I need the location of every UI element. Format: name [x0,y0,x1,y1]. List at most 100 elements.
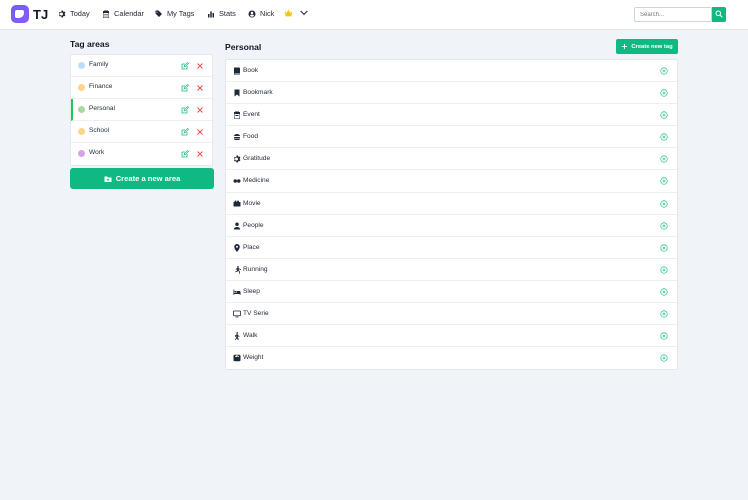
bed-icon [233,289,241,295]
plus-circle-icon[interactable] [660,155,668,163]
area-color-dot [78,62,85,69]
tag-item-place[interactable]: Place [226,237,677,259]
nav-today[interactable]: Today [58,9,90,18]
plus-circle-icon[interactable] [660,332,668,340]
map-pin-icon [234,243,240,252]
tag-item-tv-serie[interactable]: TV Serie [226,303,677,326]
edit-icon[interactable] [181,150,189,158]
delete-icon[interactable] [196,106,204,114]
tag-areas-list: Family Finance Personal School Work [70,54,213,166]
area-label: Personal [89,105,116,112]
area-item-finance[interactable]: Finance [71,77,212,99]
area-label: Work [89,149,105,156]
crown-icon [284,9,293,17]
plus-circle-icon[interactable] [660,288,668,296]
nav-my-tags[interactable]: My Tags [155,9,194,18]
plus-circle-icon[interactable] [660,199,668,208]
create-tag-label: Create new tag [631,43,673,50]
running-icon [235,265,241,274]
area-color-dot [78,150,85,157]
plus-circle-icon[interactable] [660,266,668,274]
area-item-work[interactable]: Work [71,143,212,165]
tv-icon [233,310,241,318]
create-tag-button[interactable]: Create new tag [616,39,678,54]
nav-calendar-label: Calendar [114,9,144,18]
tag-item-sleep[interactable]: Sleep [226,281,677,304]
plus-icon [622,43,628,50]
delete-icon[interactable] [196,128,204,136]
delete-icon[interactable] [196,150,204,158]
area-label: Family [89,61,109,68]
area-item-personal[interactable]: Personal [71,99,212,121]
tag-item-bookmark[interactable]: Bookmark [226,82,677,105]
nav-calendar[interactable]: Calendar [102,9,144,18]
user-circle-icon [248,10,256,17]
plus-circle-icon[interactable] [660,310,668,318]
tag-label: Place [243,243,260,251]
pills-icon [233,179,241,184]
create-area-button[interactable]: Create a new area [70,168,214,189]
edit-icon[interactable] [181,62,189,70]
tag-item-people[interactable]: People [226,215,677,237]
film-icon [233,200,241,207]
gear-icon [234,155,241,163]
search-button[interactable] [712,7,726,22]
search-input[interactable] [634,7,712,22]
area-item-family[interactable]: Family [71,55,212,77]
create-area-label: Create a new area [115,174,181,183]
chevron-down-icon[interactable] [300,10,308,16]
tag-label: TV Serie [243,310,269,318]
tag-label: Walk [243,332,258,340]
calendar-icon [234,111,240,120]
edit-icon[interactable] [181,106,189,114]
search-icon [715,10,723,18]
nav-stats-label: Stats [219,9,236,18]
tag-item-medicine[interactable]: Medicine [226,170,677,193]
nav-user[interactable]: Nick [248,9,274,18]
plus-circle-icon[interactable] [660,89,668,97]
tag-item-event[interactable]: Event [226,104,677,127]
tag-item-running[interactable]: Running [226,259,677,281]
area-item-school[interactable]: School [71,121,212,143]
edit-icon[interactable] [181,128,189,136]
tag-label: Movie [243,199,261,207]
tag-item-book[interactable]: Book [226,60,677,83]
edit-icon[interactable] [181,84,189,92]
bar-chart-icon [208,11,214,17]
area-color-dot [78,128,85,135]
nav-today-label: Today [70,9,90,18]
tags-panel-title: Personal [225,42,262,52]
app-logo[interactable] [11,5,29,23]
plus-circle-icon[interactable] [660,244,668,252]
delete-icon[interactable] [196,84,204,92]
tag-item-food[interactable]: Food [226,126,677,149]
brand-name[interactable]: TJ [33,7,48,22]
tag-item-gratitude[interactable]: Gratitude [226,148,677,171]
plus-circle-icon[interactable] [660,177,668,186]
tag-label: Food [243,133,259,141]
tag-item-weight[interactable]: Weight [226,347,677,369]
top-navbar: TJ Today Calendar My Tags Stats Nick [0,0,748,30]
plus-circle-icon[interactable] [660,67,668,75]
nav-stats[interactable]: Stats [207,9,236,18]
area-color-dot [78,84,85,91]
gear-icon [59,10,66,17]
nav-my-tags-label: My Tags [167,9,195,18]
tag-item-walk[interactable]: Walk [226,325,677,348]
plus-circle-icon[interactable] [660,354,668,362]
delete-icon[interactable] [196,62,204,70]
scale-icon [233,354,241,362]
book-icon [234,67,240,75]
area-color-dot [78,106,85,113]
tag-label: Gratitude [243,155,271,163]
plus-circle-icon[interactable] [660,111,668,119]
tag-label: Weight [243,354,264,362]
plus-circle-icon[interactable] [660,133,668,141]
plus-circle-icon[interactable] [660,222,668,230]
tag-item-movie[interactable]: Movie [226,193,677,215]
tag-list: Book Bookmark Event Food Gratitude Medic… [225,59,678,371]
tag-label: People [243,221,264,229]
area-label: Finance [89,83,113,90]
bookmark-icon [234,89,240,97]
tag-label: Medicine [243,177,270,185]
